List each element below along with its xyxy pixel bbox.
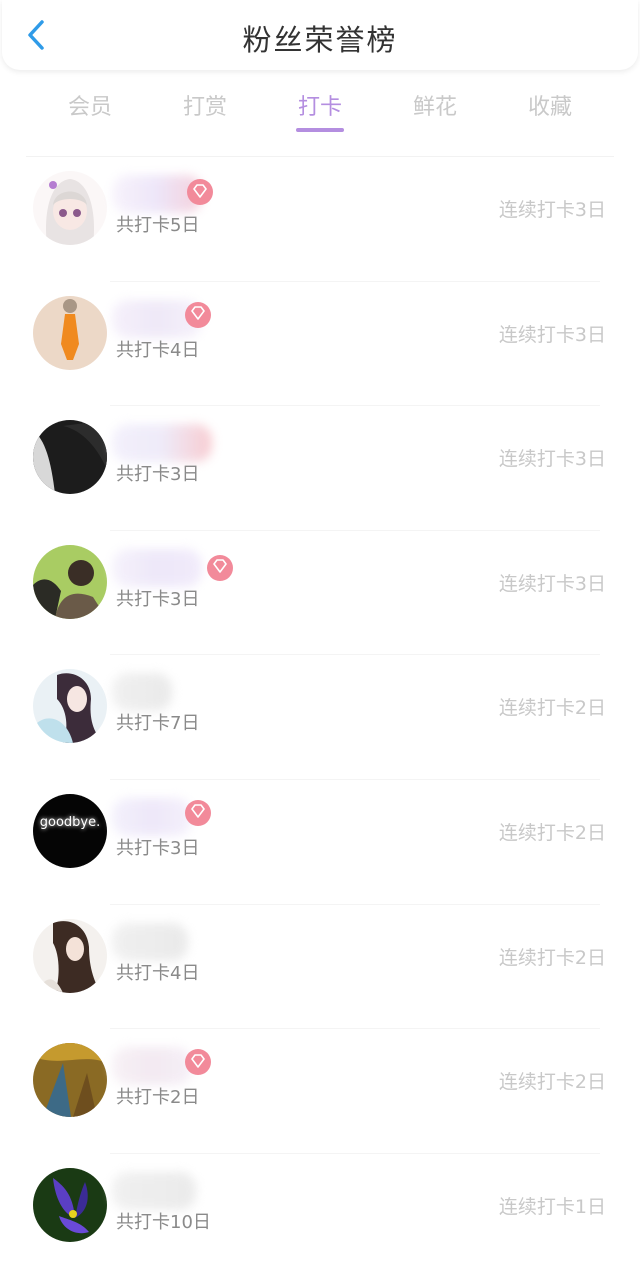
total-checkin-days: 共打卡4日 <box>116 339 200 361</box>
avatar[interactable] <box>33 1167 107 1242</box>
avatar[interactable] <box>33 669 107 744</box>
list-item[interactable]: 共打卡5日 连续打卡3日 <box>0 157 640 282</box>
list-item[interactable]: 共打卡4日 连续打卡3日 <box>0 282 640 407</box>
tab-checkin[interactable]: 打卡 <box>270 89 370 121</box>
diamond-icon <box>212 558 228 577</box>
total-checkin-days: 共打卡4日 <box>116 962 200 984</box>
streak-days: 连续打卡3日 <box>498 572 606 595</box>
tab-bar: 会员 打赏 打卡 鲜花 收藏 <box>0 80 640 140</box>
avatar[interactable] <box>33 1043 107 1118</box>
streak-days: 连续打卡2日 <box>498 1071 606 1094</box>
active-tab-indicator <box>296 128 344 132</box>
list-item[interactable]: 共打卡4日 连续打卡2日 <box>0 905 640 1030</box>
streak-days: 连续打卡3日 <box>498 448 606 471</box>
username-blurred <box>112 1171 196 1210</box>
list-item[interactable]: 共打卡3日 连续打卡3日 <box>0 531 640 656</box>
vip-badge <box>185 1049 211 1076</box>
username-blurred <box>112 1047 192 1086</box>
avatar[interactable] <box>33 295 107 370</box>
diamond-icon <box>190 803 206 822</box>
svg-text:goodbye.: goodbye. <box>40 815 101 830</box>
streak-days: 连续打卡3日 <box>498 323 606 346</box>
total-checkin-days: 共打卡10日 <box>116 1211 211 1233</box>
streak-days: 连续打卡1日 <box>498 1195 606 1218</box>
avatar[interactable] <box>33 420 107 495</box>
tab-flowers[interactable]: 鲜花 <box>385 89 485 121</box>
username-blurred <box>112 922 188 961</box>
avatar[interactable]: goodbye. <box>33 793 107 868</box>
total-checkin-days: 共打卡5日 <box>116 215 200 236</box>
tab-rewards[interactable]: 打赏 <box>155 89 255 121</box>
vip-badge <box>207 554 233 581</box>
checkin-ranking-list: 共打卡5日 连续打卡3日 共打卡4日 连续打卡3日 共打卡3日 连续打卡3日 共… <box>0 157 640 1273</box>
list-item[interactable]: 共打卡7日 连续打卡2日 <box>0 655 640 780</box>
vip-badge <box>185 301 211 328</box>
list-item[interactable]: 共打卡2日 连续打卡2日 <box>0 1029 640 1154</box>
page-title: 粉丝荣誉榜 <box>242 23 398 57</box>
vip-badge <box>187 179 213 205</box>
tab-members[interactable]: 会员 <box>40 89 140 121</box>
diamond-icon <box>190 305 206 324</box>
streak-days: 连续打卡2日 <box>498 697 606 720</box>
total-checkin-days: 共打卡3日 <box>116 588 200 610</box>
streak-days: 连续打卡2日 <box>498 946 606 969</box>
username-blurred <box>112 673 172 712</box>
tab-favorites[interactable]: 收藏 <box>500 89 600 121</box>
vip-badge <box>185 799 211 826</box>
total-checkin-days: 共打卡3日 <box>116 837 200 859</box>
total-checkin-days: 共打卡2日 <box>116 1087 200 1109</box>
avatar[interactable] <box>33 171 107 245</box>
username-blurred <box>112 548 202 587</box>
list-item[interactable]: 共打卡10日 连续打卡1日 <box>0 1154 640 1273</box>
total-checkin-days: 共打卡7日 <box>116 713 200 735</box>
total-checkin-days: 共打卡3日 <box>116 464 200 486</box>
diamond-icon <box>190 1053 206 1072</box>
avatar[interactable] <box>33 918 107 993</box>
diamond-icon <box>192 183 208 202</box>
list-item[interactable]: 共打卡3日 连续打卡3日 <box>0 406 640 531</box>
list-item[interactable]: goodbye. 共打卡3日 连续打卡2日 <box>0 780 640 905</box>
streak-days: 连续打卡2日 <box>498 821 606 844</box>
streak-days: 连续打卡3日 <box>498 199 606 221</box>
username-blurred <box>112 797 192 836</box>
username-blurred <box>112 424 212 463</box>
avatar[interactable] <box>33 544 107 619</box>
top-bar: 粉丝荣誉榜 <box>2 0 638 70</box>
